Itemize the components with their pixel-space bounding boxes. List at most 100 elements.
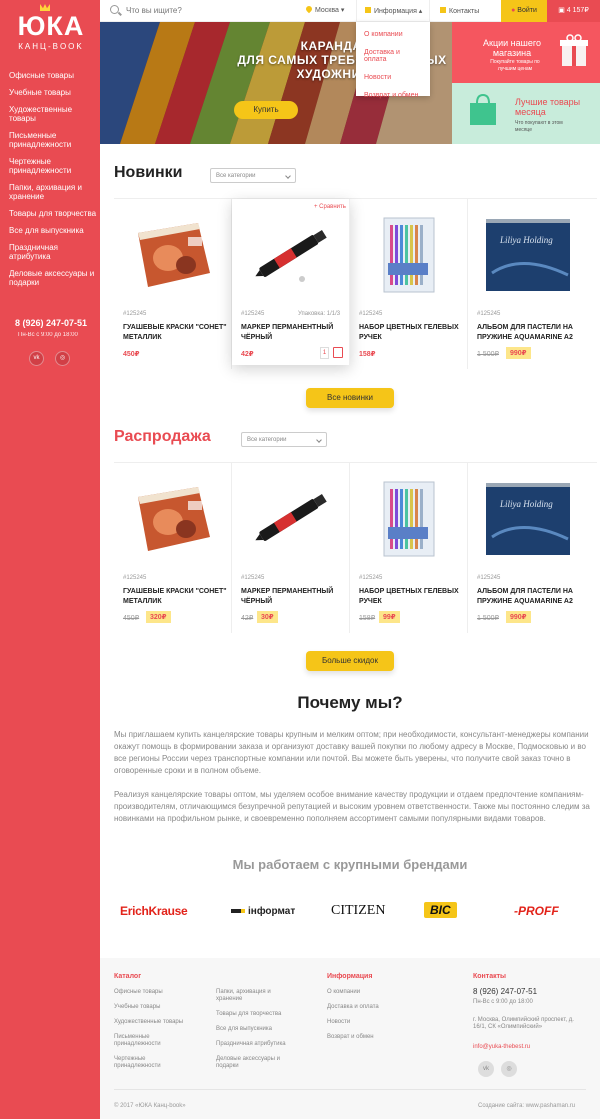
contacts-label: Контакты [449, 8, 480, 15]
product-card[interactable]: #125245 МАРКЕР ПЕРМАНЕНТНЫЙ ЧЁРНЫЙ 42₽ 3… [232, 463, 350, 633]
search-icon[interactable] [110, 5, 119, 14]
product-old-price: 1 500₽ [477, 615, 499, 622]
logo-subtitle: КАНЦ-BOOK [18, 42, 84, 51]
product-sale-price: 99₽ [379, 611, 400, 623]
product-sku: #125245 [123, 311, 147, 317]
sidebar-item-folders[interactable]: Папки, архивация и хранение [9, 183, 97, 201]
vk-icon[interactable]: vk [478, 1061, 494, 1077]
product-name[interactable]: НАБОР ЦВЕТНЫХ ГЕЛЕВЫХ РУЧЕК [359, 587, 467, 607]
instagram-icon[interactable]: ◎ [501, 1061, 517, 1077]
promo-best[interactable]: Лучшие товары месяца Что покупают в этом… [452, 83, 600, 144]
slider-dot[interactable] [179, 146, 182, 149]
footer-link[interactable]: Новости [327, 1019, 350, 1026]
brand-citizen[interactable]: CITIZEN [331, 903, 385, 919]
dropdown-item-returns[interactable]: Возврат и обмен [364, 92, 422, 99]
footer-link[interactable]: Доставка и оплата [327, 1004, 379, 1011]
city-selector[interactable]: Москва ▾ [304, 4, 344, 14]
sale-category-select[interactable]: Все категории [241, 432, 327, 447]
promo-sales[interactable]: Акции нашего магазина Покупайте товары п… [452, 22, 600, 83]
product-card[interactable]: + Сравнить #125245 Упаковка: 1/1/3 МАРКЕ… [232, 199, 350, 365]
add-to-cart-icon[interactable] [333, 347, 343, 358]
product-price: 450₽ [123, 351, 140, 358]
more-discounts-button[interactable]: Больше скидок [306, 651, 394, 671]
new-category-select[interactable]: Все категории [210, 168, 296, 183]
sale-products-grid: #125245 ГУАШЕВЫЕ КРАСКИ "СОНЕТ" МЕТАЛЛИК… [114, 462, 597, 633]
vk-icon[interactable]: vk [29, 351, 44, 366]
sidebar-item-graduate[interactable]: Все для выпускника [9, 226, 97, 235]
product-name[interactable]: АЛЬБОМ ДЛЯ ПАСТЕЛИ НА ПРУЖИНЕ AQUAMARINE… [477, 587, 585, 607]
sidebar-item-creative[interactable]: Товары для творчества [9, 209, 97, 218]
footer-link[interactable]: Письменные принадлежности [114, 1034, 186, 1048]
instagram-icon[interactable]: ◎ [55, 351, 70, 366]
sidebar: ЮКА КАНЦ-BOOK Офисные товары Учебные тов… [0, 0, 100, 1119]
product-name[interactable]: МАРКЕР ПЕРМАНЕНТНЫЙ ЧЁРНЫЙ [241, 323, 349, 343]
compare-link[interactable]: + Сравнить [314, 204, 346, 210]
buy-button[interactable]: Купить [234, 101, 298, 119]
footer-link[interactable]: Возврат и обмен [327, 1034, 374, 1041]
quantity-input[interactable]: 1 [320, 347, 329, 359]
product-card[interactable]: #125245 НАБОР ЦВЕТНЫХ ГЕЛЕВЫХ РУЧЕК 158₽… [350, 463, 468, 633]
product-card[interactable]: #125245 НАБОР ЦВЕТНЫХ ГЕЛЕВЫХ РУЧЕК 158₽ [350, 199, 468, 369]
slider-dots[interactable] [167, 136, 185, 154]
informat-mark-icon [231, 909, 245, 914]
promo-best-text: Что покупают в этом месяце [515, 120, 563, 133]
footer-link[interactable]: О компании [327, 989, 360, 996]
sidebar-item-art[interactable]: Художественные товары [9, 105, 97, 123]
sidebar-item-school[interactable]: Учебные товары [9, 88, 97, 97]
product-name[interactable]: АЛЬБОМ ДЛЯ ПАСТЕЛИ НА ПРУЖИНЕ AQUAMARINE… [477, 323, 585, 343]
sidebar-item-business[interactable]: Деловые аксессуары и подарки [9, 269, 97, 287]
footer-link[interactable]: Все для выпускника [216, 1026, 296, 1033]
footer-link[interactable]: Художественные товары [114, 1019, 204, 1026]
product-price: 158₽ [359, 351, 376, 358]
brand-proff[interactable]: -PROFF [514, 904, 559, 918]
logo[interactable]: ЮКА КАНЦ-BOOK [10, 4, 92, 60]
footer-hours: Пн-Вс с 9:00 до 18:00 [473, 999, 533, 1005]
sidebar-item-writing[interactable]: Письменные принадлежности [9, 131, 97, 149]
cart-button[interactable]: ▣ 4 157₽ [547, 0, 600, 22]
dropdown-item-about[interactable]: О компании [364, 31, 422, 38]
product-name[interactable]: ГУАШЕВЫЕ КРАСКИ "СОНЕТ" МЕТАЛЛИК [123, 587, 231, 607]
info-menu[interactable]: Информация ▴ [356, 0, 430, 22]
brand-informat[interactable]: інформат [231, 906, 295, 917]
footer-link[interactable]: Праздничная атрибутика [216, 1041, 296, 1048]
contacts-link[interactable]: Контакты [440, 7, 479, 15]
footer-email[interactable]: info@yuka-thebest.ru [473, 1044, 530, 1050]
product-name[interactable]: ГУАШЕВЫЕ КРАСКИ "СОНЕТ" МЕТАЛЛИК [123, 323, 231, 343]
footer-link[interactable]: Папки, архивация и хранение [216, 989, 296, 1003]
footer-link[interactable]: Деловые аксессуары и подарки [216, 1056, 296, 1070]
brand-informat-label: інформат [248, 906, 296, 917]
brand-erichkrause[interactable]: ErichKrause [120, 904, 188, 918]
sidebar-item-office[interactable]: Офисные товары [9, 71, 97, 80]
top-bar: Москва ▾ Информация ▴ Контакты ● Войти ▣… [100, 0, 600, 22]
product-card[interactable]: Liliya Holding #125245 АЛЬБОМ ДЛЯ ПАСТЕЛ… [468, 199, 586, 369]
product-card[interactable]: #125245 ГУАШЕВЫЕ КРАСКИ "СОНЕТ" МЕТАЛЛИК… [114, 199, 232, 369]
slider-dot[interactable] [173, 146, 176, 149]
brands-title: Мы работаем с крупными брендами [232, 857, 468, 872]
product-card[interactable]: Liliya Holding #125245 АЛЬБОМ ДЛЯ ПАСТЕЛ… [468, 463, 586, 633]
dropdown-item-delivery[interactable]: Доставка и оплата [364, 49, 422, 63]
login-button[interactable]: ● Войти [501, 0, 547, 22]
footer-link[interactable]: Офисные товары [114, 989, 204, 996]
footer-catalog-title: Каталог [114, 973, 142, 980]
product-name[interactable]: МАРКЕР ПЕРМАНЕНТНЫЙ ЧЁРНЫЙ [241, 587, 349, 607]
sidebar-phone[interactable]: 8 (926) 247-07-51 [15, 318, 87, 328]
footer-link[interactable]: Товары для творчества [216, 1011, 296, 1018]
site-credit[interactable]: Создание сайта: www.pashaman.ru [478, 1103, 575, 1109]
brand-bic[interactable]: BIC [424, 902, 457, 918]
product-name[interactable]: НАБОР ЦВЕТНЫХ ГЕЛЕВЫХ РУЧЕК [359, 323, 467, 343]
product-sku: #125245 [477, 311, 501, 317]
all-new-button[interactable]: Все новинки [306, 388, 394, 408]
footer-link[interactable]: Учебные товары [114, 1004, 204, 1011]
product-card[interactable]: #125245 ГУАШЕВЫЕ КРАСКИ "СОНЕТ" МЕТАЛЛИК… [114, 463, 232, 633]
slider-dot[interactable] [167, 146, 170, 149]
product-old-price: 1 500₽ [477, 351, 499, 358]
info-icon [365, 7, 371, 13]
footer-link[interactable]: Чертежные принадлежности [114, 1056, 186, 1070]
footer-phone[interactable]: 8 (926) 247-07-51 [473, 987, 537, 996]
search-input[interactable] [126, 3, 296, 18]
contacts-icon [440, 7, 446, 13]
dropdown-item-news[interactable]: Новости [364, 74, 422, 81]
sidebar-item-holiday[interactable]: Праздничная атрибутика [9, 243, 97, 261]
footer-contacts-title: Контакты [473, 973, 507, 980]
sidebar-item-drafting[interactable]: Чертежные принадлежности [9, 157, 97, 175]
